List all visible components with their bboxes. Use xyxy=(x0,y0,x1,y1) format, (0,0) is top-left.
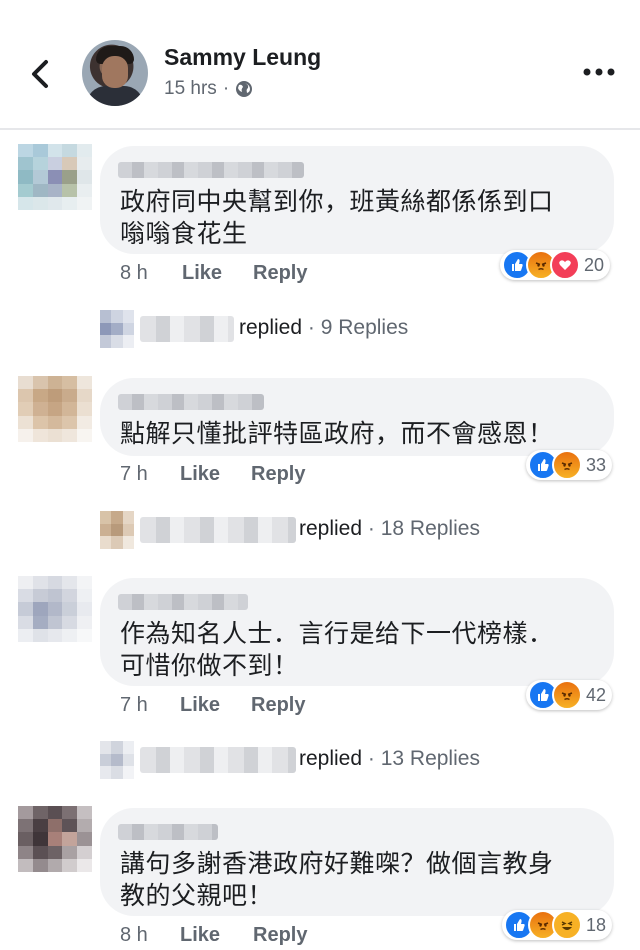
love-reaction-icon xyxy=(550,250,580,280)
more-options-button[interactable] xyxy=(582,62,616,82)
reaction-count: 42 xyxy=(586,684,607,705)
post-meta: 15 hrs · xyxy=(164,78,253,100)
comment-actions: 7 h Like Reply xyxy=(120,463,420,489)
comment-text-line: 教的父親吧！ xyxy=(120,882,274,910)
reply-button[interactable]: Reply xyxy=(253,262,307,285)
commenter-name-blurred[interactable] xyxy=(118,824,218,840)
post-header: Sammy Leung 15 hrs · xyxy=(0,0,640,130)
replied-label: replied xyxy=(239,316,303,339)
reaction-summary[interactable]: 20 xyxy=(500,250,611,280)
commenter-name-blurred[interactable] xyxy=(118,162,304,178)
poster-avatar[interactable] xyxy=(82,40,148,106)
chevron-left-icon xyxy=(32,60,48,88)
comment-text-line: 政府同中央幫到你，班黃絲都係係到口 xyxy=(120,188,554,216)
comment-actions: 8 h Like Reply xyxy=(120,924,420,950)
comment-bubble: 講句多謝香港政府好難㗎？做個言教身 教的父親吧！ xyxy=(100,808,614,916)
globe-icon xyxy=(236,81,253,97)
reply-button[interactable]: Reply xyxy=(251,463,305,486)
post-time[interactable]: 15 hrs xyxy=(164,78,217,100)
comment-time[interactable]: 8 h xyxy=(120,262,148,285)
comment-time[interactable]: 7 h xyxy=(120,694,148,717)
meta-separator: · xyxy=(222,78,230,99)
commenter-name-blurred[interactable] xyxy=(118,594,248,610)
angry-reaction-icon xyxy=(552,450,582,480)
replier-avatar xyxy=(100,511,134,549)
comment-text-line: 嗡嗡食花生 xyxy=(120,220,248,248)
poster-name[interactable]: Sammy Leung xyxy=(164,44,321,71)
like-button[interactable]: Like xyxy=(182,262,222,285)
haha-reaction-icon xyxy=(552,910,582,940)
replies-link[interactable]: replied · 9 Replies xyxy=(100,310,540,350)
like-button[interactable]: Like xyxy=(180,463,220,486)
reply-button[interactable]: Reply xyxy=(253,924,307,947)
commenter-avatar[interactable] xyxy=(18,576,92,642)
like-button[interactable]: Like xyxy=(180,924,220,947)
comment-time[interactable]: 8 h xyxy=(120,924,148,947)
comment-text-line: 可惜你做不到！ xyxy=(120,652,299,680)
comment-bubble: 點解只懂批評特區政府，而不會感恩！ xyxy=(100,378,614,456)
like-button[interactable]: Like xyxy=(180,694,220,717)
comment-actions: 8 h Like Reply xyxy=(120,262,420,288)
comment-text-line: 點解只懂批評特區政府，而不會感恩！ xyxy=(120,420,554,448)
replier-names-blurred xyxy=(140,517,296,543)
reaction-summary[interactable]: 33 xyxy=(526,450,613,480)
comment-text-line: 講句多謝香港政府好難㗎？做個言教身 xyxy=(120,850,554,878)
more-dots-icon xyxy=(583,68,615,76)
angry-reaction-icon xyxy=(552,680,582,710)
replier-names-blurred xyxy=(140,747,296,773)
replies-count[interactable]: · 13 Replies xyxy=(368,747,480,770)
replies-count[interactable]: · 9 Replies xyxy=(308,316,408,339)
replies-link[interactable]: replied · 18 Replies xyxy=(100,511,540,551)
commenter-avatar[interactable] xyxy=(18,144,92,210)
replier-avatar xyxy=(100,741,134,779)
commenter-avatar[interactable] xyxy=(18,806,92,872)
comment-bubble: 作為知名人士．言行是给下一代榜樣． 可惜你做不到！ xyxy=(100,578,614,686)
replies-link[interactable]: replied · 13 Replies xyxy=(100,741,540,781)
reaction-count: 33 xyxy=(586,454,607,475)
replied-label: replied xyxy=(299,517,363,540)
reply-button[interactable]: Reply xyxy=(251,694,305,717)
reaction-summary[interactable]: 18 xyxy=(502,910,613,940)
replier-avatar xyxy=(100,310,134,348)
replied-label: replied xyxy=(299,747,363,770)
reaction-summary[interactable]: 42 xyxy=(526,680,613,710)
replier-names-blurred xyxy=(140,316,234,342)
replies-count[interactable]: · 18 Replies xyxy=(368,517,480,540)
reaction-count: 18 xyxy=(586,914,607,935)
back-button[interactable] xyxy=(26,54,56,94)
reaction-count: 20 xyxy=(584,254,605,275)
commenter-name-blurred[interactable] xyxy=(118,394,264,410)
commenter-avatar[interactable] xyxy=(18,376,92,442)
comment-bubble: 政府同中央幫到你，班黃絲都係係到口 嗡嗡食花生 xyxy=(100,146,614,254)
comment-actions: 7 h Like Reply xyxy=(120,694,420,720)
comment-text-line: 作為知名人士．言行是给下一代榜樣． xyxy=(120,620,554,648)
comment-time[interactable]: 7 h xyxy=(120,463,148,486)
